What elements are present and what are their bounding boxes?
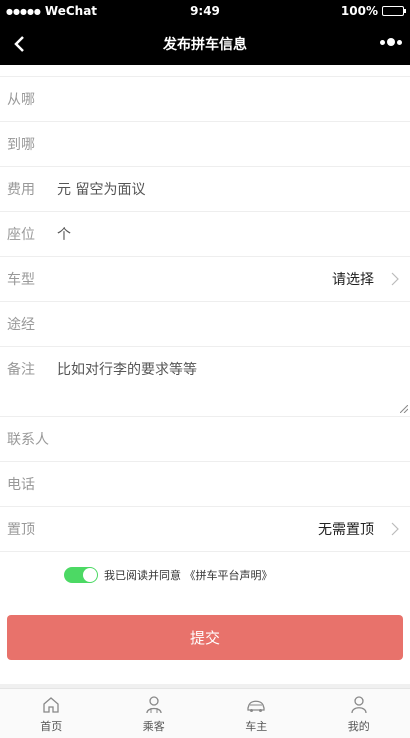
contact-label: 联系人	[7, 432, 49, 448]
pin-top-picker[interactable]: 无需置顶	[318, 519, 374, 539]
status-bar: ●●●●● WeChat 9:49 100%	[0, 0, 410, 22]
tab-mine[interactable]: 我的	[308, 689, 410, 738]
battery-icon	[382, 6, 406, 16]
via-label: 途经	[7, 317, 35, 333]
remark-textarea[interactable]: 比如对行李的要求等等	[57, 359, 410, 379]
to-label: 到哪	[7, 137, 35, 153]
to-field[interactable]: 到哪	[0, 122, 410, 167]
car-type-field[interactable]: 车型 请选择	[0, 257, 410, 302]
car-type-picker[interactable]: 请选择	[332, 269, 374, 289]
phone-field[interactable]: 电话	[0, 462, 410, 507]
fee-label: 费用	[7, 182, 35, 198]
tab-passenger[interactable]: 乘客	[103, 689, 206, 738]
chevron-right-icon	[391, 522, 399, 536]
agreement-text[interactable]: 我已阅读并同意 《拼车平台声明》	[104, 567, 273, 583]
tab-home-label: 首页	[40, 720, 63, 733]
more-dots-icon[interactable]	[380, 38, 402, 46]
passenger-icon	[146, 696, 162, 714]
from-label: 从哪	[7, 92, 35, 108]
fee-input[interactable]: 元 留空为面议	[57, 179, 410, 199]
seats-field[interactable]: 座位 个	[0, 212, 410, 257]
agreement-row: 我已阅读并同意 《拼车平台声明》	[0, 552, 410, 597]
remark-label: 备注	[7, 362, 35, 378]
seats-label: 座位	[7, 227, 35, 243]
profile-icon	[351, 696, 367, 714]
from-field[interactable]: 从哪	[0, 77, 410, 122]
phone-label: 电话	[7, 477, 35, 493]
pin-top-label: 置顶	[7, 522, 35, 538]
tab-home[interactable]: 首页	[0, 689, 103, 738]
remark-field[interactable]: 备注 比如对行李的要求等等	[0, 347, 410, 417]
battery-info: 100%	[340, 4, 406, 18]
tab-bar: 首页 乘客 车主 我的	[0, 688, 410, 738]
chevron-left-icon[interactable]	[10, 34, 30, 54]
contact-field[interactable]: 联系人	[0, 417, 410, 462]
tab-passenger-label: 乘客	[142, 720, 165, 733]
chevron-right-icon	[391, 272, 399, 286]
battery-percent: 100%	[340, 4, 378, 18]
car-type-label: 车型	[7, 272, 35, 288]
pin-top-field[interactable]: 置顶 无需置顶	[0, 507, 410, 552]
seats-input[interactable]: 个	[57, 224, 410, 244]
resize-grip-icon[interactable]	[400, 405, 408, 413]
tab-driver[interactable]: 车主	[205, 689, 308, 738]
car-icon	[247, 700, 265, 712]
home-icon	[43, 697, 59, 713]
tab-mine-label: 我的	[347, 720, 370, 733]
submit-button[interactable]: 提交	[7, 615, 403, 660]
page-title: 发布拼车信息	[163, 36, 247, 53]
via-field[interactable]: 途经	[0, 302, 410, 347]
agreement-toggle[interactable]	[64, 566, 98, 583]
carpool-form: 从哪 到哪 费用 元 留空为面议 座位 个 车型 请选择 途经 备注 比如对行李…	[0, 65, 410, 660]
navigation-bar: 发布拼车信息	[0, 22, 410, 65]
fee-field[interactable]: 费用 元 留空为面议	[0, 167, 410, 212]
tab-driver-label: 车主	[245, 720, 268, 733]
